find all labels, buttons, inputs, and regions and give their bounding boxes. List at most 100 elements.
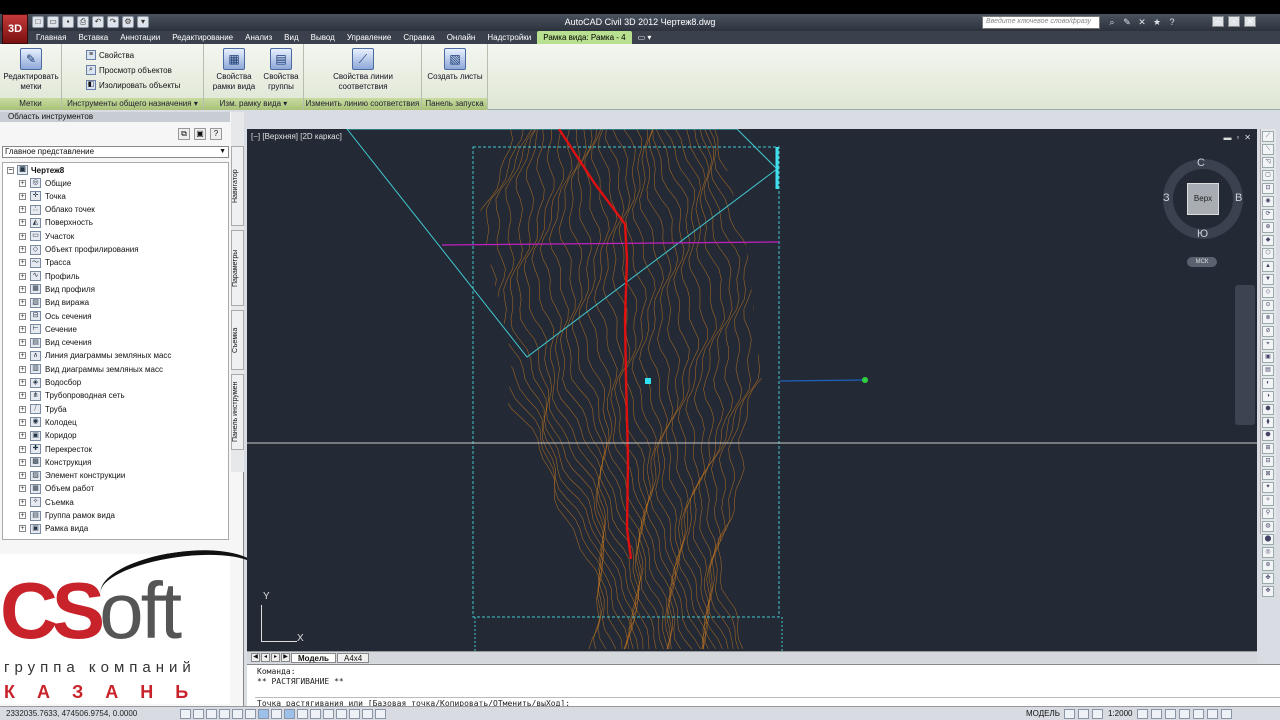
first-tab-icon[interactable]: ◀ [251,653,260,662]
tab-1[interactable]: Вставка [72,31,114,44]
vp-close-icon[interactable]: ✕ [1244,133,1251,142]
tree-item[interactable]: + ◉ Колодец [19,417,77,428]
right-tool-icon[interactable]: ◆ [1262,235,1274,246]
minimize-icon[interactable]: – [1212,16,1224,27]
drafting-toggle-icon[interactable] [245,709,256,719]
expand-icon[interactable]: + [19,325,26,333]
expand-icon[interactable]: + [19,219,26,227]
quick-view-layouts-icon[interactable] [1064,709,1075,719]
tree-item[interactable]: + ∿ Профиль [19,271,80,282]
restore-icon[interactable]: ▫ [1228,16,1240,27]
drafting-toggle-icon[interactable] [193,709,204,719]
favorites-icon[interactable]: ★ [1151,16,1163,28]
right-tool-icon[interactable]: ⊞ [1262,443,1274,454]
drafting-toggle-icon[interactable] [375,709,386,719]
expand-icon[interactable]: + [19,232,26,240]
tree-item[interactable]: + ∧ Линия диаграммы земляных масс [19,350,171,361]
expand-icon[interactable]: + [19,192,26,200]
frame-props-button[interactable]: ▦ Свойства рамки вида [208,48,260,92]
right-tool-icon[interactable]: ▢ [1262,170,1274,181]
drafting-toggle-icon[interactable] [362,709,373,719]
coordinate-readout[interactable]: 2332035.7633, 474506.9754, 0.0000 [6,709,137,718]
auto-scale-icon[interactable] [1151,709,1163,719]
expand-icon[interactable]: + [19,365,26,373]
tree-item[interactable]: + ▩ Конструкция [19,457,91,468]
collapse-icon[interactable]: − [7,166,14,174]
help-icon[interactable]: ? [1166,16,1178,28]
tree-item[interactable]: + ✛ Точка [19,191,66,202]
tree-item[interactable]: + ▦ Объем работ [19,483,94,494]
tab-0[interactable]: Главная [30,31,72,44]
view-objects-button[interactable]: ⌕ Просмотр объектов [86,65,172,75]
right-tool-icon[interactable]: ⊡ [1262,183,1274,194]
tab-5[interactable]: Вид [278,31,304,44]
right-tool-icon[interactable]: ⚲ [1262,508,1274,519]
expand-icon[interactable]: + [19,418,26,426]
drafting-toggle-icon[interactable] [284,709,295,719]
tab-11[interactable]: Рамка вида: Рамка - 4 [537,31,632,44]
right-tool-icon[interactable]: ✦ [1262,482,1274,493]
quick-view-drawings-icon[interactable] [1078,709,1089,719]
right-tool-icon[interactable]: ⟳ [1262,209,1274,220]
tree-item[interactable]: + ▭ Участок [19,231,74,242]
tree-item[interactable]: + ▣ Коридор [19,430,77,441]
tab-layout-a4x4[interactable]: А4х4 [336,652,370,663]
palette-tab-3[interactable]: Панель инструмен [231,374,244,450]
drafting-toggle-icon[interactable] [206,709,217,719]
tree-item[interactable]: + ✧ Съемка [19,497,74,508]
right-tool-icon[interactable]: ▤ [1262,365,1274,376]
tab-2[interactable]: Аннотации [114,31,166,44]
right-tool-icon[interactable]: ✤ [1262,573,1274,584]
expand-icon[interactable]: + [19,246,26,253]
tab-6[interactable]: Вывод [305,31,341,44]
expand-icon[interactable]: + [19,285,26,293]
right-tool-icon[interactable]: ◹ [1262,157,1274,168]
drafting-toggle-icon[interactable] [271,709,282,719]
edit-labels-button[interactable]: ✎ Редактировать метки [2,48,60,92]
drafting-toggle-icon[interactable] [310,709,321,719]
palette-tab-2[interactable]: Съемка [231,310,244,370]
isolate-icon[interactable] [1207,709,1219,719]
panel-title-modify-frame[interactable]: Изм. рамку вида ▾ [204,98,303,110]
close-icon[interactable]: ✕ [1244,16,1256,27]
tab-10[interactable]: Надстройки [481,31,537,44]
window-icon[interactable]: ▣ [194,128,206,140]
tree-item[interactable]: + ◇ Объект профилирования [19,244,139,255]
help-icon[interactable]: ? [210,128,222,140]
vp-minimize-icon[interactable]: ▬ [1223,133,1231,142]
viewcube-top-face[interactable]: Верх [1187,183,1219,215]
communication-icon[interactable]: ✕ [1136,16,1148,28]
match-line[interactable] [441,241,780,246]
clean-screen-icon[interactable] [1221,709,1233,719]
expand-icon[interactable]: + [19,379,26,386]
drafting-toggle-icon[interactable] [349,709,360,719]
expand-icon[interactable]: + [19,272,26,280]
compass-north[interactable]: С [1197,157,1205,169]
expand-icon[interactable]: + [19,458,26,466]
expand-icon[interactable]: + [19,299,26,307]
expand-icon[interactable]: + [19,352,26,360]
drafting-toggle-icon[interactable] [323,709,334,719]
right-tool-icon[interactable]: ▲ [1262,261,1274,272]
tab-7[interactable]: Управление [341,31,397,44]
tree-item[interactable]: + ⧸ Труба [19,404,67,415]
drafting-toggle-icon[interactable] [232,709,243,719]
tree-item[interactable]: + ◎ Общие [19,178,71,188]
tree-item[interactable]: + ⊢ Сечение [19,324,77,335]
right-tool-icon[interactable]: ◇ [1262,287,1274,298]
ribbon-minimize-icon[interactable]: ▭ ▾ [632,31,658,44]
copy-icon[interactable]: ⧉ [178,128,190,140]
hardware-accel-icon[interactable] [1193,709,1205,719]
right-tool-icon[interactable]: ⬡ [1262,248,1274,259]
match-line-props-button[interactable]: ⟋ Свойства линии соответствия [318,48,408,92]
expand-icon[interactable]: + [19,485,26,493]
panel-title-general-tools[interactable]: Инструменты общего назначения ▾ [62,98,203,110]
right-tool-icon[interactable]: ⊟ [1262,456,1274,467]
tree-root[interactable]: − ▣ Чертеж8 [7,165,64,175]
model-space-toggle[interactable]: МОДЕЛЬ [1026,709,1060,718]
palette-tab-0[interactable]: Навигатор [231,146,244,226]
tree-item[interactable]: + ▤ Вид сечения [19,337,92,348]
right-tool-icon[interactable]: ⊗ [1262,313,1274,324]
tree-item[interactable]: + ▧ Вид виража [19,297,89,308]
group-props-button[interactable]: ▤ Свойства группы [260,48,302,92]
